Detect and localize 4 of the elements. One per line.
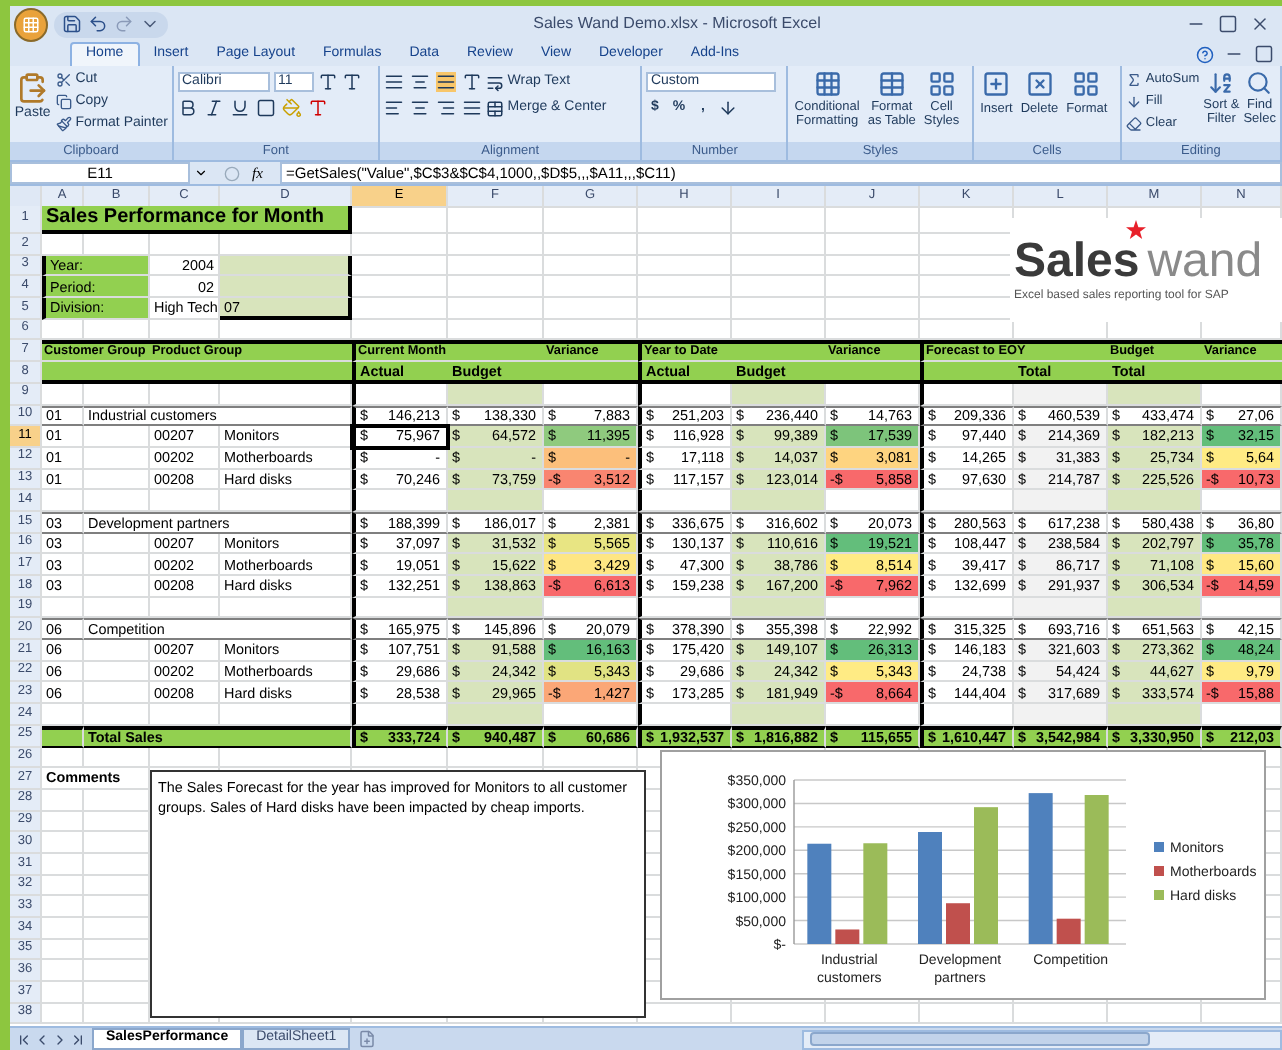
logo-word: wand [1147,238,1263,286]
window-title: Sales Wand Demo.xlsx - Microsoft Excel [533,12,821,36]
report-title: Sales Performance for Month [42,206,352,234]
logo-word: Sales [1014,238,1140,286]
